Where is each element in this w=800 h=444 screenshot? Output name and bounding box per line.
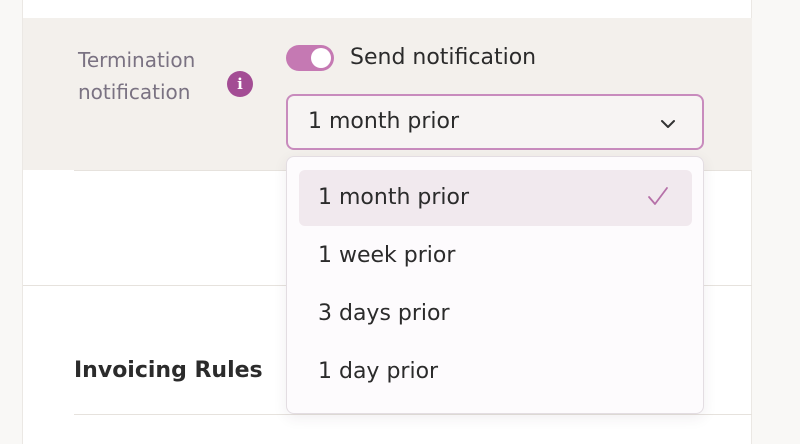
notification-timing-dropdown: 1 month prior 1 week prior 3 days prior … [286, 156, 704, 414]
toggle-knob [311, 48, 331, 68]
label-line-2: notification [78, 80, 191, 104]
send-notification-toggle[interactable] [286, 45, 334, 71]
dropdown-option-1-week[interactable]: 1 week prior [299, 228, 692, 284]
checkmark-icon [648, 187, 668, 205]
option-label: 1 month prior [318, 185, 470, 210]
row-divider [74, 414, 752, 415]
option-label: 3 days prior [318, 301, 450, 326]
invoicing-rules-heading: Invoicing Rules [74, 358, 263, 383]
label-line-1: Termination [78, 48, 196, 72]
chevron-down-icon [661, 120, 675, 128]
send-notification-label: Send notification [350, 45, 537, 70]
info-icon[interactable]: i [227, 71, 253, 97]
option-label: 1 week prior [318, 243, 456, 268]
notification-timing-select[interactable]: 1 month prior [286, 94, 704, 150]
select-value: 1 month prior [308, 109, 460, 134]
termination-notification-label: Termination notification [78, 44, 195, 108]
dropdown-option-1-day[interactable]: 1 day prior [299, 344, 692, 400]
dropdown-option-1-month[interactable]: 1 month prior [299, 170, 692, 226]
dropdown-option-3-days[interactable]: 3 days prior [299, 286, 692, 342]
option-label: 1 day prior [318, 359, 439, 384]
info-glyph: i [237, 75, 243, 93]
